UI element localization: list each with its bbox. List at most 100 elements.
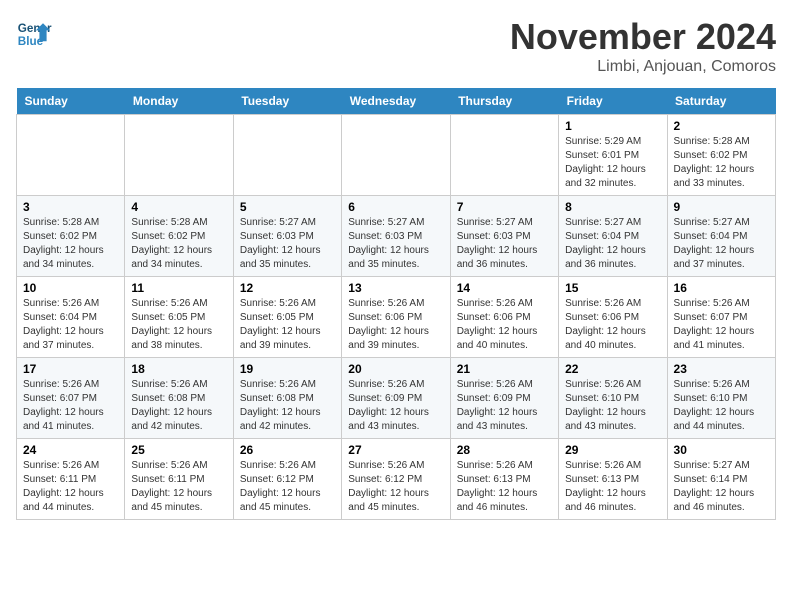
day-number: 15: [565, 281, 660, 295]
day-info: Sunrise: 5:26 AM Sunset: 6:05 PM Dayligh…: [240, 297, 335, 353]
day-number: 27: [348, 443, 443, 457]
day-info: Sunrise: 5:27 AM Sunset: 6:14 PM Dayligh…: [674, 459, 769, 515]
calendar-table: SundayMondayTuesdayWednesdayThursdayFrid…: [16, 88, 776, 520]
month-title: November 2024: [510, 16, 776, 58]
day-info: Sunrise: 5:26 AM Sunset: 6:13 PM Dayligh…: [457, 459, 552, 515]
weekday-header: Saturday: [667, 88, 775, 115]
day-number: 17: [23, 362, 118, 376]
page-header: General Blue November 2024 Limbi, Anjoua…: [16, 16, 776, 76]
calendar-cell: 7Sunrise: 5:27 AM Sunset: 6:03 PM Daylig…: [450, 196, 558, 277]
calendar-cell: [450, 115, 558, 196]
day-number: 11: [131, 281, 226, 295]
day-info: Sunrise: 5:28 AM Sunset: 6:02 PM Dayligh…: [131, 216, 226, 272]
calendar-cell: 22Sunrise: 5:26 AM Sunset: 6:10 PM Dayli…: [559, 358, 667, 439]
calendar-cell: 14 Sunrise: 5:26 AM Sunset: 6:06 PM Dayli…: [450, 277, 558, 358]
calendar-cell: 26 Sunrise: 5:26 AM Sunset: 6:12 PM Dayli…: [233, 439, 341, 520]
day-number: 12: [240, 281, 335, 295]
day-number: 14: [457, 281, 552, 295]
day-info: Sunrise: 5:26 AM Sunset: 6:08 PM Dayligh…: [240, 378, 335, 434]
day-number: 7: [457, 200, 552, 214]
day-number: 9: [674, 200, 769, 214]
calendar-cell: 2Sunrise: 5:28 AM Sunset: 6:02 PM Daylig…: [667, 115, 775, 196]
day-number: 28: [457, 443, 552, 457]
calendar-cell: 8Sunrise: 5:27 AM Sunset: 6:04 PM Daylig…: [559, 196, 667, 277]
day-info: Sunrise: 5:26 AM Sunset: 6:08 PM Dayligh…: [131, 378, 226, 434]
day-info: Sunrise: 5:29 AM Sunset: 6:01 PM Dayligh…: [565, 135, 660, 191]
calendar-cell: 1 Sunrise: 5:29 AM Sunset: 6:01 PM Daylig…: [559, 115, 667, 196]
calendar-cell: 23 Sunrise: 5:26 AM Sunset: 6:10 PM Dayli…: [667, 358, 775, 439]
weekday-header: Wednesday: [342, 88, 450, 115]
day-info: Sunrise: 5:26 AM Sunset: 6:07 PM Dayligh…: [23, 378, 118, 434]
day-info: Sunrise: 5:28 AM Sunset: 6:02 PM Dayligh…: [23, 216, 118, 272]
weekday-header: Monday: [125, 88, 233, 115]
calendar-cell: 20 Sunrise: 5:26 AM Sunset: 6:09 PM Dayli…: [342, 358, 450, 439]
day-number: 29: [565, 443, 660, 457]
day-number: 26: [240, 443, 335, 457]
day-info: Sunrise: 5:27 AM Sunset: 6:03 PM Dayligh…: [240, 216, 335, 272]
day-info: Sunrise: 5:26 AM Sunset: 6:09 PM Dayligh…: [348, 378, 443, 434]
day-number: 30: [674, 443, 769, 457]
day-info: Sunrise: 5:26 AM Sunset: 6:04 PM Dayligh…: [23, 297, 118, 353]
day-number: 10: [23, 281, 118, 295]
calendar-cell: 24Sunrise: 5:26 AM Sunset: 6:11 PM Dayli…: [17, 439, 125, 520]
calendar-cell: 27 Sunrise: 5:26 AM Sunset: 6:12 PM Dayli…: [342, 439, 450, 520]
calendar-cell: [125, 115, 233, 196]
day-info: Sunrise: 5:27 AM Sunset: 6:03 PM Dayligh…: [348, 216, 443, 272]
calendar-cell: 4 Sunrise: 5:28 AM Sunset: 6:02 PM Daylig…: [125, 196, 233, 277]
day-info: Sunrise: 5:26 AM Sunset: 6:05 PM Dayligh…: [131, 297, 226, 353]
day-info: Sunrise: 5:28 AM Sunset: 6:02 PM Dayligh…: [674, 135, 769, 191]
calendar-cell: 25Sunrise: 5:26 AM Sunset: 6:11 PM Dayli…: [125, 439, 233, 520]
calendar-cell: [342, 115, 450, 196]
calendar-cell: 9 Sunrise: 5:27 AM Sunset: 6:04 PM Daylig…: [667, 196, 775, 277]
calendar-cell: 29 Sunrise: 5:26 AM Sunset: 6:13 PM Dayli…: [559, 439, 667, 520]
day-number: 20: [348, 362, 443, 376]
logo-icon: General Blue: [16, 16, 52, 52]
day-number: 19: [240, 362, 335, 376]
day-info: Sunrise: 5:26 AM Sunset: 6:10 PM Dayligh…: [565, 378, 660, 434]
day-info: Sunrise: 5:26 AM Sunset: 6:09 PM Dayligh…: [457, 378, 552, 434]
calendar-week-row: 24Sunrise: 5:26 AM Sunset: 6:11 PM Dayli…: [17, 439, 776, 520]
day-info: Sunrise: 5:26 AM Sunset: 6:12 PM Dayligh…: [348, 459, 443, 515]
calendar-cell: 13Sunrise: 5:26 AM Sunset: 6:06 PM Dayli…: [342, 277, 450, 358]
logo: General Blue: [16, 16, 52, 52]
calendar-cell: 3 Sunrise: 5:28 AM Sunset: 6:02 PM Daylig…: [17, 196, 125, 277]
day-number: 1: [565, 119, 660, 133]
calendar-cell: 6Sunrise: 5:27 AM Sunset: 6:03 PM Daylig…: [342, 196, 450, 277]
day-number: 16: [674, 281, 769, 295]
day-number: 4: [131, 200, 226, 214]
calendar-cell: 19 Sunrise: 5:26 AM Sunset: 6:08 PM Dayli…: [233, 358, 341, 439]
day-info: Sunrise: 5:26 AM Sunset: 6:07 PM Dayligh…: [674, 297, 769, 353]
calendar-cell: 30 Sunrise: 5:27 AM Sunset: 6:14 PM Dayli…: [667, 439, 775, 520]
calendar-week-row: 3 Sunrise: 5:28 AM Sunset: 6:02 PM Daylig…: [17, 196, 776, 277]
weekday-header: Thursday: [450, 88, 558, 115]
day-info: Sunrise: 5:26 AM Sunset: 6:06 PM Dayligh…: [457, 297, 552, 353]
weekday-header: Sunday: [17, 88, 125, 115]
calendar-cell: 28 Sunrise: 5:26 AM Sunset: 6:13 PM Dayli…: [450, 439, 558, 520]
day-number: 23: [674, 362, 769, 376]
calendar-cell: 17 Sunrise: 5:26 AM Sunset: 6:07 PM Dayli…: [17, 358, 125, 439]
calendar-cell: 15Sunrise: 5:26 AM Sunset: 6:06 PM Dayli…: [559, 277, 667, 358]
day-info: Sunrise: 5:27 AM Sunset: 6:04 PM Dayligh…: [674, 216, 769, 272]
calendar-header-row: SundayMondayTuesdayWednesdayThursdayFrid…: [17, 88, 776, 115]
calendar-cell: 11 Sunrise: 5:26 AM Sunset: 6:05 PM Dayli…: [125, 277, 233, 358]
day-info: Sunrise: 5:26 AM Sunset: 6:11 PM Dayligh…: [23, 459, 118, 515]
calendar-cell: 18 Sunrise: 5:26 AM Sunset: 6:08 PM Dayli…: [125, 358, 233, 439]
calendar-week-row: 10 Sunrise: 5:26 AM Sunset: 6:04 PM Dayli…: [17, 277, 776, 358]
day-number: 3: [23, 200, 118, 214]
day-info: Sunrise: 5:26 AM Sunset: 6:10 PM Dayligh…: [674, 378, 769, 434]
calendar-cell: [17, 115, 125, 196]
day-info: Sunrise: 5:26 AM Sunset: 6:12 PM Dayligh…: [240, 459, 335, 515]
calendar-cell: 12 Sunrise: 5:26 AM Sunset: 6:05 PM Dayli…: [233, 277, 341, 358]
day-number: 25: [131, 443, 226, 457]
calendar-cell: 5Sunrise: 5:27 AM Sunset: 6:03 PM Daylig…: [233, 196, 341, 277]
day-number: 8: [565, 200, 660, 214]
weekday-header: Tuesday: [233, 88, 341, 115]
day-number: 18: [131, 362, 226, 376]
day-number: 13: [348, 281, 443, 295]
calendar-cell: 16 Sunrise: 5:26 AM Sunset: 6:07 PM Dayli…: [667, 277, 775, 358]
calendar-cell: 21Sunrise: 5:26 AM Sunset: 6:09 PM Dayli…: [450, 358, 558, 439]
weekday-header: Friday: [559, 88, 667, 115]
calendar-week-row: 1 Sunrise: 5:29 AM Sunset: 6:01 PM Daylig…: [17, 115, 776, 196]
day-info: Sunrise: 5:26 AM Sunset: 6:13 PM Dayligh…: [565, 459, 660, 515]
calendar-week-row: 17 Sunrise: 5:26 AM Sunset: 6:07 PM Dayli…: [17, 358, 776, 439]
